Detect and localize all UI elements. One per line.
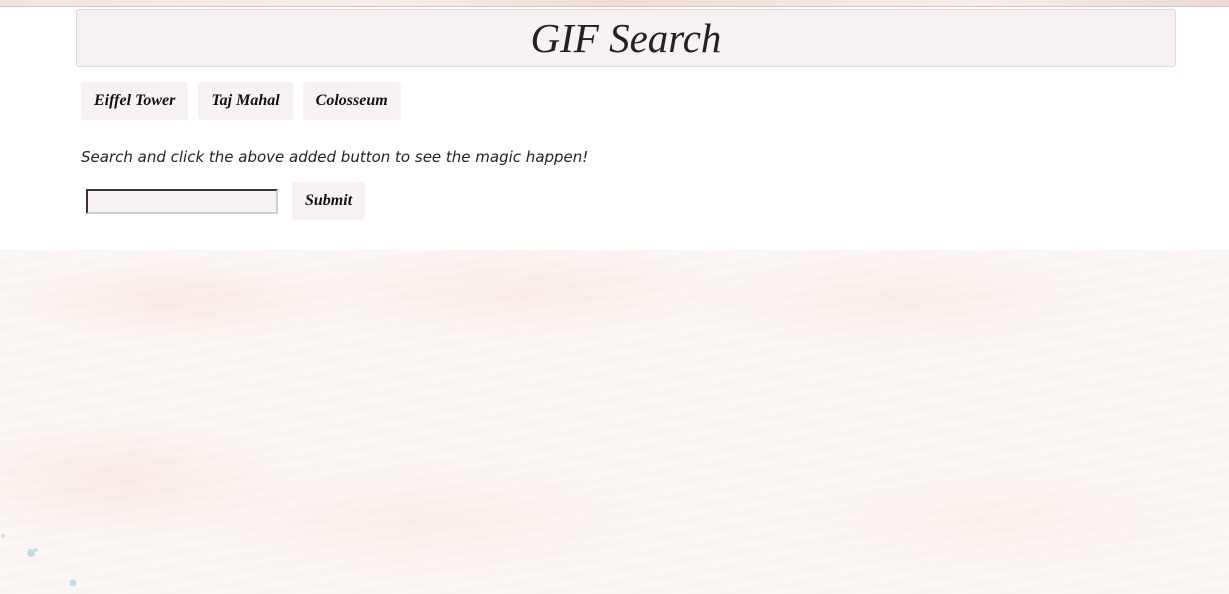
instruction-text: Search and click the above added button …: [81, 148, 589, 166]
page-title: GIF Search: [530, 15, 722, 61]
search-input[interactable]: [86, 188, 278, 214]
topic-button-row: Eiffel Tower Taj Mahal Colosseum: [81, 82, 401, 120]
background-paint-splatter: [1, 534, 77, 587]
search-form: Submit: [86, 182, 366, 220]
topic-button-colosseum[interactable]: Colosseum: [302, 82, 401, 120]
topic-button-eiffel-tower[interactable]: Eiffel Tower: [81, 82, 189, 120]
topic-button-taj-mahal[interactable]: Taj Mahal: [198, 82, 293, 120]
header-banner: GIF Search: [76, 9, 1176, 67]
content-panel: GIF Search Eiffel Tower Taj Mahal Coloss…: [0, 7, 1229, 250]
top-background-strip: [0, 0, 1229, 7]
submit-button[interactable]: Submit: [292, 182, 366, 220]
